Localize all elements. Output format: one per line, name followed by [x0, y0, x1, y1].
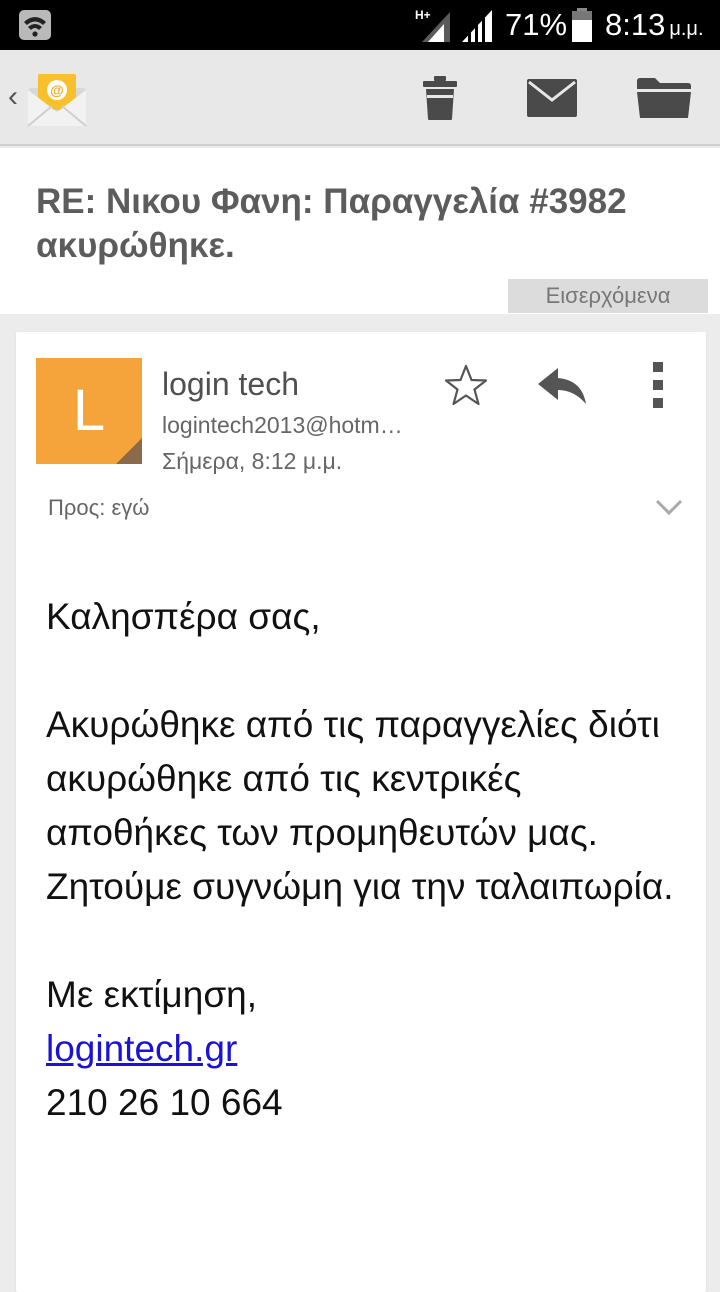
- email-subject: RE: Νικου Φανη: Παραγγελία #3982 ακυρώθη…: [36, 182, 627, 265]
- battery-percent: 71%: [505, 7, 568, 42]
- sender-email[interactable]: logintech2013@hotmail.com: [162, 410, 412, 440]
- avatar[interactable]: L: [36, 358, 142, 464]
- svg-text:H+: H+: [415, 8, 431, 22]
- more-options-icon[interactable]: [646, 360, 670, 410]
- phone-number[interactable]: 210 26 10 664: [46, 1076, 686, 1130]
- mark-unread-button[interactable]: [522, 68, 582, 128]
- chevron-left-icon[interactable]: ‹: [8, 80, 18, 114]
- body-paragraph: Ακυρώθηκε από τις παραγγελίες διότι ακυρ…: [46, 704, 674, 907]
- status-bar: H+ 71% 8:13 μ.μ.: [0, 0, 720, 50]
- email-app-icon[interactable]: @: [26, 70, 88, 128]
- folder-label[interactable]: Εισερχόμενα: [508, 279, 708, 313]
- signal-icon: [462, 10, 492, 42]
- avatar-fold: [116, 438, 142, 464]
- svg-text:@: @: [50, 82, 64, 98]
- trash-icon: [423, 76, 457, 120]
- recipients[interactable]: Προς: εγώ: [48, 492, 149, 524]
- chevron-down-icon[interactable]: [654, 494, 684, 520]
- wifi-icon: [19, 10, 51, 40]
- move-button[interactable]: [634, 68, 694, 128]
- mobile-data-icon: H+: [415, 8, 450, 42]
- envelope-icon: [527, 79, 577, 117]
- sender-name[interactable]: login tech: [162, 364, 299, 404]
- message-card: L login tech logintech2013@hotmail.com Σ…: [16, 332, 706, 1292]
- delete-button[interactable]: [410, 68, 470, 128]
- reply-icon[interactable]: [534, 362, 590, 410]
- greeting: Καλησπέρα σας,: [46, 596, 321, 637]
- star-icon[interactable]: [442, 362, 490, 410]
- message-body: Καλησπέρα σας, Ακυρώθηκε από τις παραγγε…: [46, 590, 686, 1130]
- folder-icon: [637, 78, 691, 118]
- website-link[interactable]: logintech.gr: [46, 1028, 237, 1069]
- battery-icon: [572, 8, 592, 42]
- sign-off: Με εκτίμηση,: [46, 974, 258, 1015]
- clock: 8:13 μ.μ.: [605, 7, 704, 42]
- action-bar: ‹ @: [0, 50, 720, 146]
- subject-header: RE: Νικου Φανη: Παραγγελία #3982 ακυρώθη…: [0, 148, 720, 314]
- sent-time: Σήμερα, 8:12 μ.μ.: [162, 448, 343, 474]
